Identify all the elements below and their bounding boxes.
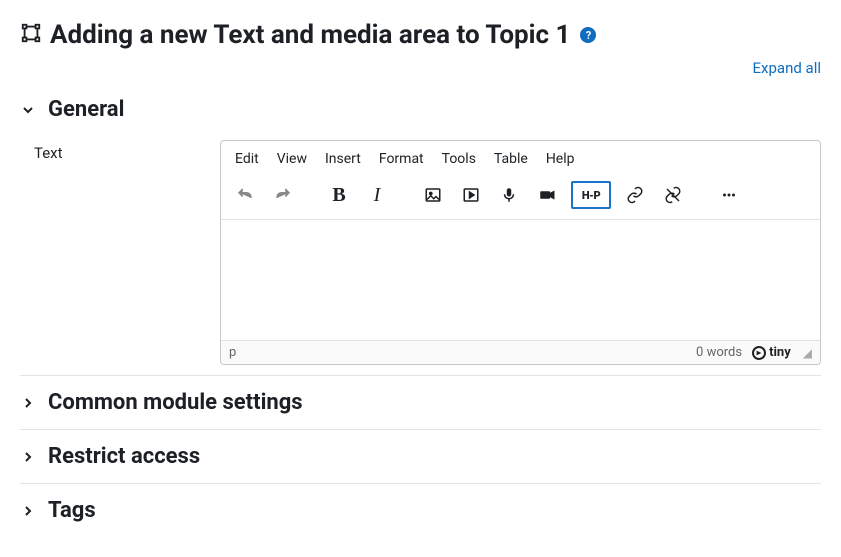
word-count: 0 words bbox=[696, 345, 742, 360]
section-title-tags: Tags bbox=[48, 498, 96, 523]
field-text: Text Edit View Insert Format Tools Table… bbox=[20, 140, 821, 365]
more-button[interactable] bbox=[715, 181, 743, 209]
label-icon bbox=[20, 22, 42, 48]
link-button[interactable] bbox=[621, 181, 649, 209]
section-title-general: General bbox=[48, 97, 124, 122]
section-common: Common module settings bbox=[20, 375, 821, 429]
section-general: General Text Edit View Insert Format Too… bbox=[20, 83, 821, 375]
redo-button[interactable] bbox=[269, 181, 297, 209]
chevron-right-icon bbox=[20, 449, 36, 465]
menu-help[interactable]: Help bbox=[546, 151, 575, 167]
tiny-logo-icon bbox=[752, 346, 766, 360]
editor-menubar: Edit View Insert Format Tools Table Help bbox=[221, 141, 820, 175]
field-label-text: Text bbox=[20, 140, 200, 162]
page-header: Adding a new Text and media area to Topi… bbox=[20, 20, 821, 50]
unlink-button[interactable] bbox=[659, 181, 687, 209]
italic-button[interactable]: I bbox=[363, 181, 391, 209]
menu-table[interactable]: Table bbox=[494, 151, 528, 167]
rich-text-editor: Edit View Insert Format Tools Table Help… bbox=[220, 140, 821, 365]
section-title-common: Common module settings bbox=[48, 390, 303, 415]
undo-button[interactable] bbox=[231, 181, 259, 209]
chevron-down-icon bbox=[20, 102, 36, 118]
page-title: Adding a new Text and media area to Topi… bbox=[50, 20, 570, 50]
section-toggle-general[interactable]: General bbox=[20, 93, 821, 126]
bold-button[interactable]: B bbox=[325, 181, 353, 209]
section-title-restrict: Restrict access bbox=[48, 444, 200, 469]
menu-tools[interactable]: Tools bbox=[442, 151, 476, 167]
editor-content-area[interactable] bbox=[221, 220, 820, 340]
chevron-right-icon bbox=[20, 503, 36, 519]
expand-all-link[interactable]: Expand all bbox=[753, 59, 821, 77]
help-icon[interactable]: ? bbox=[580, 27, 596, 43]
expand-all-row: Expand all bbox=[20, 58, 821, 77]
menu-view[interactable]: View bbox=[277, 151, 307, 167]
video-button[interactable] bbox=[533, 181, 561, 209]
resize-handle-icon[interactable]: ◢ bbox=[801, 346, 812, 360]
section-toggle-restrict[interactable]: Restrict access bbox=[20, 440, 821, 473]
section-tags: Tags bbox=[20, 483, 821, 537]
editor-toolbar: B I H-P bbox=[221, 175, 820, 220]
section-toggle-tags[interactable]: Tags bbox=[20, 494, 821, 527]
menu-insert[interactable]: Insert bbox=[325, 151, 361, 167]
chevron-right-icon bbox=[20, 395, 36, 411]
section-toggle-common[interactable]: Common module settings bbox=[20, 386, 821, 419]
status-path[interactable]: p bbox=[229, 345, 236, 360]
microphone-button[interactable] bbox=[495, 181, 523, 209]
media-button[interactable] bbox=[457, 181, 485, 209]
tiny-brand[interactable]: tiny bbox=[752, 345, 791, 360]
editor-statusbar: p 0 words tiny ◢ bbox=[221, 340, 820, 364]
image-button[interactable] bbox=[419, 181, 447, 209]
menu-edit[interactable]: Edit bbox=[235, 151, 259, 167]
h5p-button[interactable]: H-P bbox=[571, 181, 611, 209]
menu-format[interactable]: Format bbox=[379, 151, 424, 167]
section-restrict: Restrict access bbox=[20, 429, 821, 483]
